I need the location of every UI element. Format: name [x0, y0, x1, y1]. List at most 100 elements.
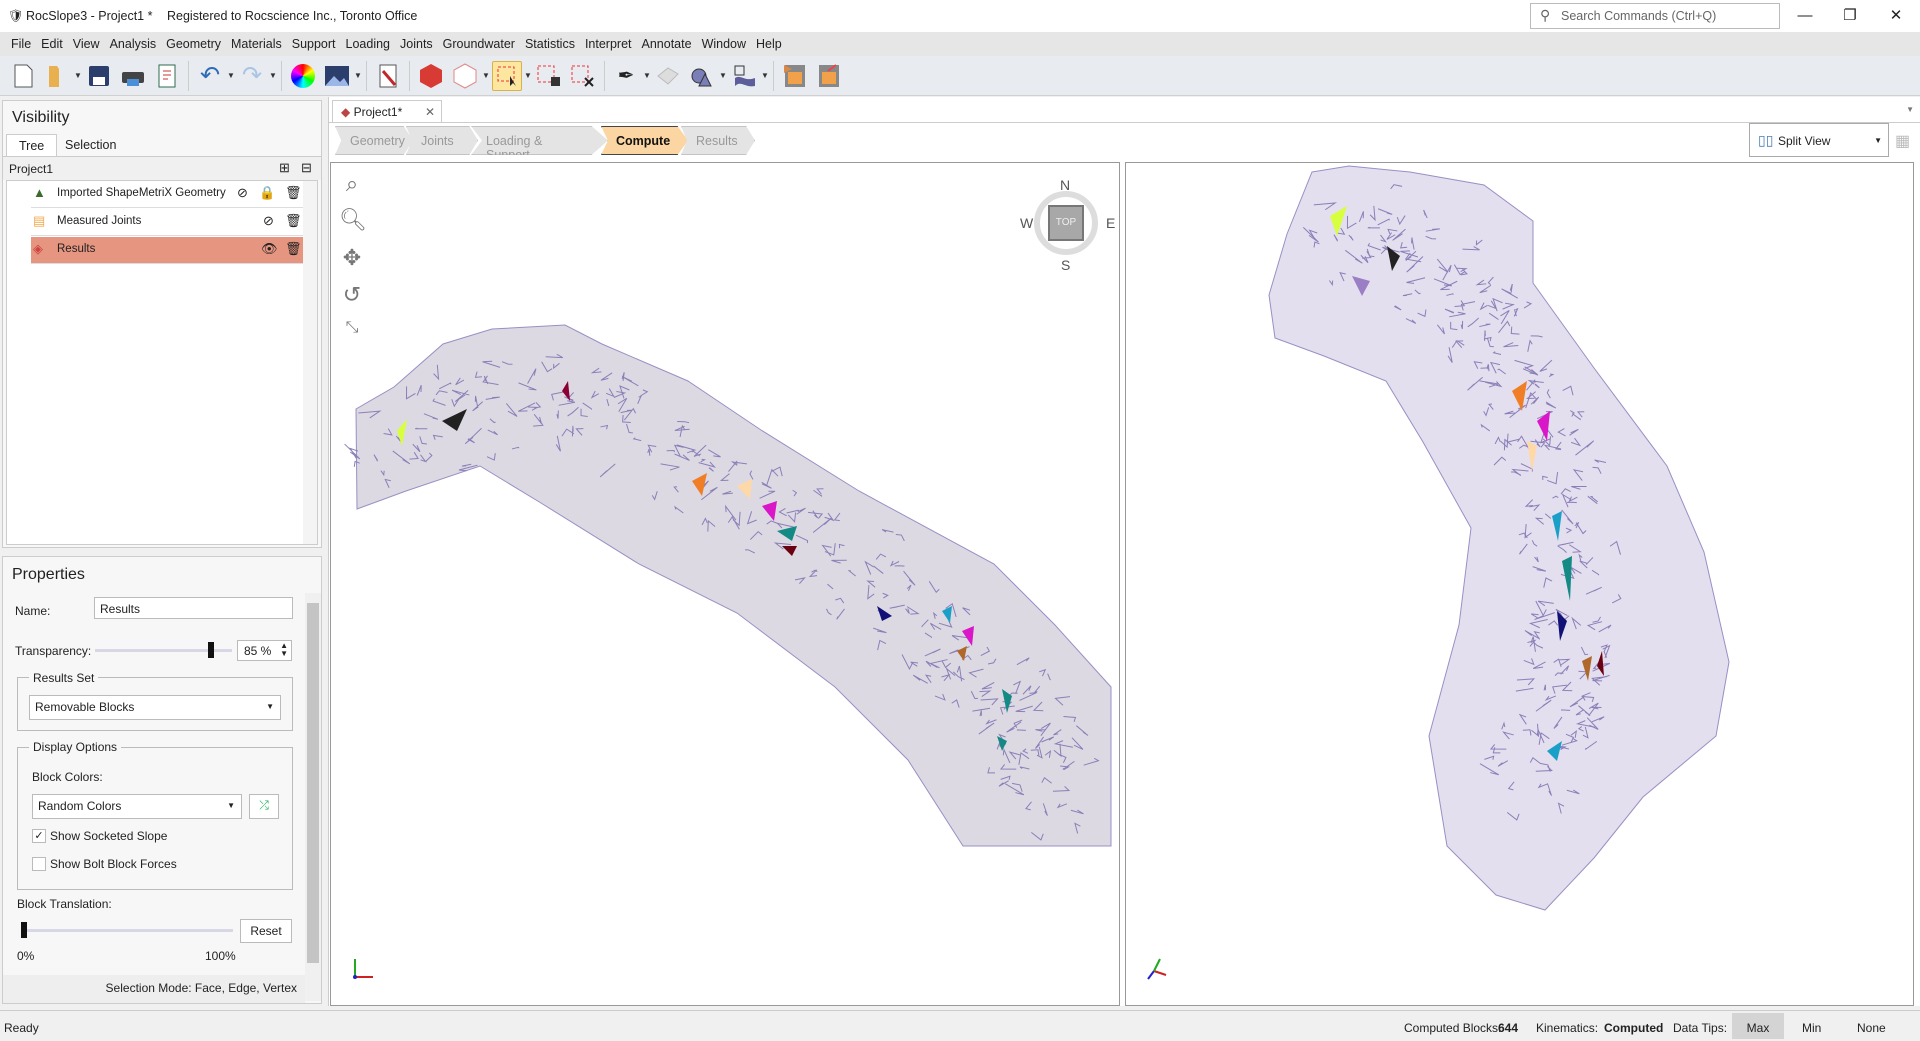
- properties-scrollbar[interactable]: [305, 593, 321, 1001]
- save-icon[interactable]: [84, 61, 114, 91]
- data-tips-max-button[interactable]: Max: [1732, 1013, 1784, 1039]
- block-solid-icon[interactable]: [416, 61, 446, 91]
- block-translation-thumb[interactable]: [21, 922, 27, 938]
- name-input[interactable]: Results: [94, 597, 293, 619]
- tab-list-dropdown-icon[interactable]: ▼: [1906, 105, 1914, 114]
- print-icon[interactable]: [118, 61, 148, 91]
- close-tab-icon[interactable]: ✕: [425, 105, 435, 119]
- menu-edit[interactable]: Edit: [36, 32, 68, 56]
- menu-joints[interactable]: Joints: [395, 32, 438, 56]
- layout-options-icon[interactable]: ▦: [1895, 131, 1910, 151]
- open-folder-icon[interactable]: [42, 61, 72, 91]
- view-cube-top[interactable]: TOP: [1048, 205, 1084, 241]
- tree-item-imported-geometry[interactable]: ▲ Imported ShapeMetriX Geometry ⊘ 🔒 🗑: [31, 181, 306, 208]
- menu-window[interactable]: Window: [697, 32, 751, 56]
- menu-statistics[interactable]: Statistics: [520, 32, 580, 56]
- workflow-joints[interactable]: Joints: [406, 126, 478, 155]
- menu-analysis[interactable]: Analysis: [105, 32, 162, 56]
- menu-groundwater[interactable]: Groundwater: [438, 32, 520, 56]
- view-cube-compass[interactable]: TOP N S W E: [1020, 177, 1115, 273]
- pen-dropdown-icon[interactable]: ▼: [643, 71, 651, 80]
- shapes-icon[interactable]: [687, 61, 717, 91]
- pan-icon[interactable]: ✥: [339, 245, 365, 271]
- undo-icon[interactable]: ↶: [195, 61, 225, 91]
- import-dropdown-icon[interactable]: ▼: [761, 71, 769, 80]
- tree-item-results[interactable]: ◈ Results 👁 🗑: [31, 237, 306, 264]
- search-commands-input[interactable]: ⚲ Search Commands (Ctrl+Q): [1530, 3, 1780, 29]
- block-translation-slider[interactable]: [21, 922, 233, 938]
- view-mode-select[interactable]: ▯▯ Split View ▼: [1749, 123, 1889, 157]
- select-dropdown-icon[interactable]: ▼: [524, 71, 532, 80]
- eye-hidden-icon[interactable]: ⊘: [263, 213, 274, 229]
- block-colors-select[interactable]: Random Colors ▼: [32, 794, 242, 819]
- viewport-left[interactable]: ⌕ 🔍︎ ✥ ↺ ⤡ TOP N S W E: [330, 162, 1120, 1006]
- redo-icon[interactable]: ↷: [237, 61, 267, 91]
- spin-arrows-icon[interactable]: ▲ ▼: [280, 642, 288, 658]
- lock-selection-icon[interactable]: [534, 61, 564, 91]
- transparency-spinner[interactable]: 85 % ▲ ▼: [237, 640, 292, 661]
- pen-tool-icon[interactable]: ✒: [611, 61, 641, 91]
- block-wire-icon[interactable]: [450, 61, 480, 91]
- background-dropdown-icon[interactable]: ▼: [354, 71, 362, 80]
- results-set-select[interactable]: Removable Blocks ▼: [29, 695, 281, 720]
- lock-icon[interactable]: 🔒: [259, 185, 275, 201]
- surface-icon[interactable]: [653, 61, 683, 91]
- redo-dropdown-icon[interactable]: ▼: [269, 71, 277, 80]
- expand-all-icon[interactable]: ⊞: [279, 160, 290, 176]
- menu-interpret[interactable]: Interpret: [580, 32, 637, 56]
- minimize-button[interactable]: —: [1785, 4, 1825, 28]
- tab-tree[interactable]: Tree: [6, 134, 58, 156]
- show-bolt-forces-checkbox[interactable]: [32, 857, 46, 871]
- workflow-loading-support[interactable]: Loading & Support: [471, 126, 608, 155]
- open-dropdown-icon[interactable]: ▼: [74, 71, 82, 80]
- tab-project1[interactable]: ◆ Project1* ✕: [332, 100, 442, 122]
- select-box-icon[interactable]: [492, 60, 522, 91]
- menu-geometry[interactable]: Geometry: [161, 32, 226, 56]
- transparency-slider-thumb[interactable]: [208, 642, 215, 658]
- menu-loading[interactable]: Loading: [341, 32, 396, 56]
- data-tips-none-button[interactable]: None: [1857, 1021, 1886, 1035]
- trash-icon[interactable]: 🗑: [285, 241, 302, 257]
- shapes-dropdown-icon[interactable]: ▼: [719, 71, 727, 80]
- zoom-extents-icon[interactable]: ⤡: [339, 319, 365, 345]
- tree-scrollbar[interactable]: [303, 181, 317, 544]
- menu-materials[interactable]: Materials: [226, 32, 287, 56]
- trash-icon[interactable]: 🗑: [285, 185, 302, 201]
- trash-icon[interactable]: 🗑: [285, 213, 302, 229]
- menu-annotate[interactable]: Annotate: [637, 32, 697, 56]
- viewport-right[interactable]: [1125, 162, 1914, 1006]
- reset-button[interactable]: Reset: [240, 919, 292, 943]
- tab-selection[interactable]: Selection: [53, 134, 128, 156]
- new-file-icon[interactable]: [8, 61, 38, 91]
- background-image-icon[interactable]: [322, 61, 352, 91]
- shuffle-colors-button[interactable]: ⤮: [249, 794, 279, 819]
- edit-properties-icon[interactable]: [373, 61, 403, 91]
- data-tips-min-button[interactable]: Min: [1802, 1021, 1821, 1035]
- compute-export-icon[interactable]: [814, 61, 844, 91]
- workflow-geometry[interactable]: Geometry: [335, 126, 413, 155]
- scrollbar-thumb[interactable]: [307, 603, 319, 963]
- menu-help[interactable]: Help: [751, 32, 787, 56]
- transparency-slider[interactable]: [95, 642, 232, 658]
- show-socketed-slope-checkbox[interactable]: ✓: [32, 829, 46, 843]
- undo-dropdown-icon[interactable]: ▼: [227, 71, 235, 80]
- tree-root-project1[interactable]: Project1: [9, 162, 53, 176]
- restore-button[interactable]: ❐: [1830, 4, 1870, 28]
- deselect-icon[interactable]: [568, 61, 598, 91]
- block-dropdown-icon[interactable]: ▼: [482, 71, 490, 80]
- collapse-all-icon[interactable]: ⊟: [301, 160, 312, 176]
- close-button[interactable]: ✕: [1876, 4, 1916, 28]
- rotate-icon[interactable]: ↺: [339, 282, 365, 308]
- eye-hidden-icon[interactable]: ⊘: [237, 185, 248, 201]
- workflow-compute[interactable]: Compute: [601, 126, 688, 155]
- zoom-window-icon[interactable]: ⌕: [339, 171, 365, 197]
- menu-view[interactable]: View: [68, 32, 105, 56]
- report-icon[interactable]: [152, 61, 182, 91]
- import-surface-icon[interactable]: [729, 61, 759, 91]
- color-wheel-icon[interactable]: [288, 61, 318, 91]
- zoom-icon[interactable]: 🔍︎: [339, 207, 367, 233]
- eye-icon[interactable]: 👁: [261, 241, 278, 257]
- tree-item-measured-joints[interactable]: ▤ Measured Joints ⊘ 🗑: [31, 209, 306, 236]
- menu-support[interactable]: Support: [287, 32, 341, 56]
- workflow-results[interactable]: Results: [681, 126, 755, 155]
